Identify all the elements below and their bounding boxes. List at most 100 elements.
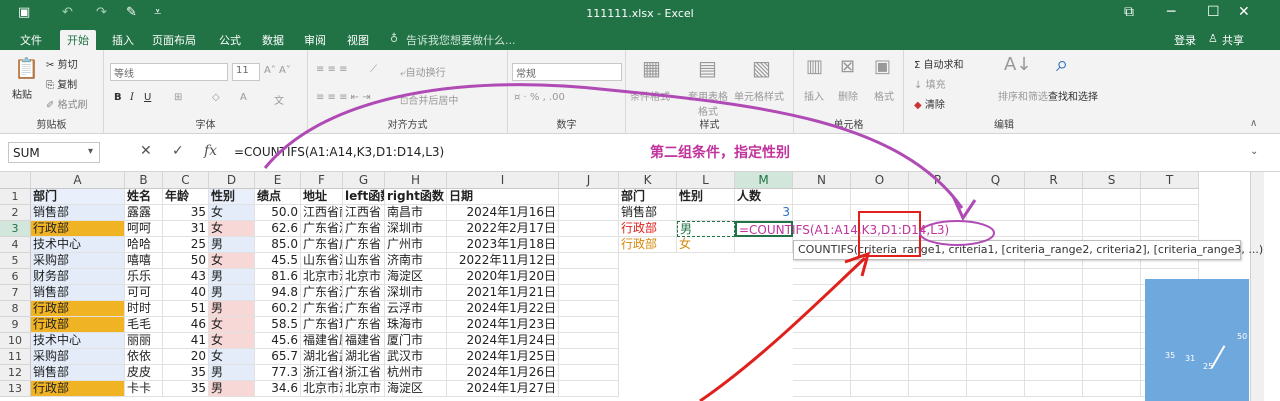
table-cell[interactable]: 武汉市 [385,349,447,365]
table-cell[interactable]: 女 [209,349,255,365]
table-cell[interactable]: 深圳市 [385,221,447,237]
table-cell[interactable]: 珠海市 [385,317,447,333]
empty-cell[interactable] [1025,381,1083,397]
column-header-h[interactable]: H [385,172,447,189]
ribbon-display-icon[interactable]: ⧉ [1124,4,1134,20]
table-cell[interactable]: 2024年1月24日 [447,333,559,349]
summary-header[interactable]: 部门 [619,189,677,205]
empty-cell[interactable] [1083,205,1141,221]
table-cell[interactable]: 湖北省 [343,349,385,365]
table-cell[interactable]: 男 [209,381,255,397]
tab-insert[interactable]: 插入 [112,32,134,48]
table-header-cell[interactable]: 年龄 [163,189,209,205]
table-cell[interactable]: 45.6 [255,333,301,349]
empty-cell[interactable] [1083,285,1141,301]
wrap-text-button[interactable]: ⤶自动换行 [400,64,446,79]
table-cell[interactable]: 2023年1月18日 [447,237,559,253]
table-cell[interactable]: 行政部 [31,221,125,237]
empty-cell[interactable] [909,205,967,221]
empty-cell[interactable] [1141,205,1199,221]
active-formula-cell[interactable]: =COUNTIFS(A1:A14,K3,D1:D14,L3) [735,221,949,237]
empty-cell[interactable] [559,365,619,381]
empty-cell[interactable] [967,285,1025,301]
table-cell[interactable]: 山东省济南 [301,253,343,269]
format-painter-button[interactable]: ✐ 格式刷 [46,96,88,111]
table-cell[interactable]: 福建省厦门 [301,333,343,349]
empty-cell[interactable] [909,285,967,301]
table-header-cell[interactable]: 地址 [301,189,343,205]
tab-review[interactable]: 审阅 [304,32,326,48]
table-header-cell[interactable]: right函数 [385,189,447,205]
table-cell[interactable]: 海淀区 [385,269,447,285]
table-cell[interactable]: 广东省珠海 [301,317,343,333]
empty-cell[interactable] [851,301,909,317]
empty-cell[interactable] [1141,189,1199,205]
empty-cell[interactable] [559,221,619,237]
cancel-icon[interactable]: ✕ [140,143,152,159]
collapse-ribbon-icon[interactable]: ∧ [1250,118,1257,129]
column-header-j[interactable]: J [559,172,619,189]
table-cell[interactable]: 男 [209,237,255,253]
empty-cell[interactable] [1025,301,1083,317]
table-cell[interactable]: 50 [163,253,209,269]
fill-color-icon[interactable]: ◇ [212,92,220,103]
table-cell[interactable]: 露露 [125,205,163,221]
number-format-select[interactable]: 常规 [512,63,622,81]
format-button[interactable]: 格式 [874,88,894,103]
empty-cell[interactable] [851,285,909,301]
empty-cell[interactable] [559,189,619,205]
empty-cell[interactable] [909,333,967,349]
tell-me-input[interactable]: 告诉我您想要做什么... [406,32,516,48]
name-box[interactable]: SUM [8,142,100,163]
summary-cell[interactable]: 销售部 [619,205,677,221]
empty-cell[interactable] [851,317,909,333]
empty-cell[interactable] [909,189,967,205]
empty-cell[interactable] [1025,333,1083,349]
column-header-q[interactable]: Q [967,172,1025,189]
empty-cell[interactable] [559,285,619,301]
table-cell[interactable]: 2020年1月20日 [447,269,559,285]
column-header-n[interactable]: N [793,172,851,189]
table-cell[interactable]: 2024年1月16日 [447,205,559,221]
table-cell[interactable]: 2022年11月12日 [447,253,559,269]
table-cell[interactable]: 35 [163,205,209,221]
minimize-icon[interactable]: ─ [1167,4,1175,20]
empty-cell[interactable] [793,317,851,333]
autosum-button[interactable]: Σ 自动求和 [914,56,964,71]
delete-button[interactable]: 删除 [838,88,858,103]
empty-cell[interactable] [1083,381,1141,397]
name-box-dropdown-icon[interactable]: ▾ [88,146,93,157]
table-cell[interactable]: 山东省 [343,253,385,269]
table-cell[interactable]: 云浮市 [385,301,447,317]
table-cell[interactable]: 可可 [125,285,163,301]
table-cell[interactable]: 江西省 [343,205,385,221]
table-cell[interactable]: 45.5 [255,253,301,269]
phonetic-icon[interactable]: 文 [274,92,284,107]
table-cell[interactable]: 财务部 [31,269,125,285]
cut-button[interactable]: ✂ 剪切 [46,56,78,71]
font-color-icon[interactable]: A [240,92,247,103]
table-cell[interactable]: 81.6 [255,269,301,285]
table-cell[interactable]: 43 [163,269,209,285]
clear-button[interactable]: ◆ 清除 [914,96,945,111]
table-cell[interactable]: 46 [163,317,209,333]
empty-cell[interactable] [793,349,851,365]
table-cell[interactable]: 时时 [125,301,163,317]
tab-formulas[interactable]: 公式 [219,32,241,48]
login-link[interactable]: 登录 [1174,32,1196,48]
fill-button[interactable]: ↓ 填充 [914,76,946,91]
user-icon[interactable]: ♙ [1208,32,1218,45]
table-cell[interactable]: 85.0 [255,237,301,253]
empty-cell[interactable] [967,381,1025,397]
paste-icon[interactable]: 📋 [14,56,39,80]
empty-cell[interactable] [851,333,909,349]
tab-file[interactable]: 文件 [20,32,42,48]
empty-cell[interactable] [559,301,619,317]
bold-button[interactable]: B [114,92,122,103]
empty-cell[interactable] [793,365,851,381]
table-cell[interactable]: 采购部 [31,349,125,365]
fx-icon[interactable]: fx [204,143,217,159]
table-cell[interactable]: 行政部 [31,381,125,397]
empty-cell[interactable] [1083,333,1141,349]
table-cell[interactable]: 65.7 [255,349,301,365]
